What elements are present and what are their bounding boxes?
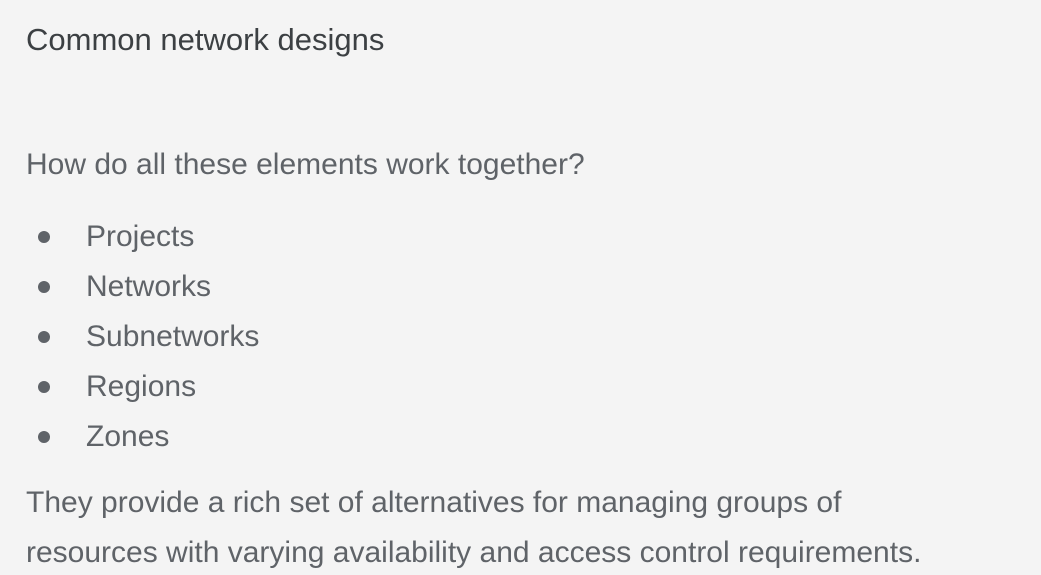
bullet-dot-icon — [38, 281, 50, 293]
slide-question: How do all these elements work together? — [26, 148, 585, 181]
bullet-dot-icon — [38, 331, 50, 343]
slide-summary: They provide a rich set of alternatives … — [26, 478, 1036, 575]
bullet-label: Zones — [86, 420, 170, 453]
summary-line: They provide a rich set of alternatives … — [26, 486, 842, 519]
bullet-dot-icon — [38, 381, 50, 393]
slide: Common network designs How do all these … — [0, 0, 1041, 575]
slide-title: Common network designs — [26, 22, 385, 57]
summary-line: resources with varying availability and … — [26, 536, 922, 569]
bullet-label: Networks — [86, 270, 212, 303]
bullet-label: Subnetworks — [86, 320, 260, 353]
bullet-dot-icon — [38, 231, 50, 243]
bullet-dot-icon — [38, 431, 50, 443]
bullet-label: Projects — [86, 220, 195, 253]
bullet-label: Regions — [86, 370, 197, 403]
